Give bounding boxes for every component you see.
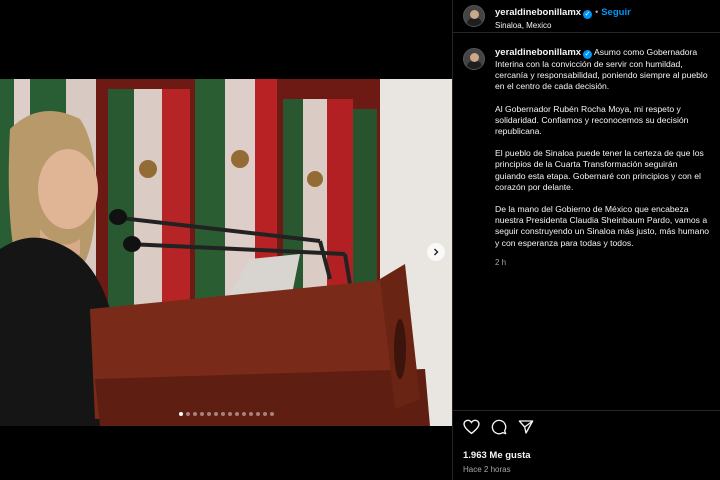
avatar[interactable] <box>463 5 485 27</box>
verified-badge-icon: ✓ <box>583 50 593 59</box>
caption-body: yeraldinebonillamx ✓ Asumo como Gobernado… <box>495 47 710 268</box>
carousel-dot <box>262 412 267 416</box>
action-icons <box>463 419 711 439</box>
caption-username[interactable]: yeraldinebonillamx <box>495 47 581 58</box>
carousel-dot <box>241 412 246 416</box>
carousel-indicator <box>0 412 452 416</box>
verified-badge-icon: ✓ <box>583 10 593 20</box>
next-slide-button[interactable] <box>427 243 445 261</box>
separator: • <box>595 7 599 18</box>
post-photo[interactable] <box>0 79 452 426</box>
post-date: Hace 2 horas <box>463 465 511 474</box>
carousel-dot <box>178 412 183 416</box>
username-link[interactable]: yeraldinebonillamx <box>495 7 581 18</box>
comment-icon[interactable] <box>491 419 507 440</box>
post-sidebar: yeraldinebonillamx ✓ • Seguir Sinaloa, Mexi… <box>452 0 720 480</box>
caption-timestamp[interactable]: 2 h <box>495 257 710 268</box>
media-pane <box>0 0 452 480</box>
likes-count[interactable]: 1.963 Me gusta <box>463 450 711 461</box>
carousel-dot <box>248 412 253 416</box>
follow-button[interactable]: Seguir <box>601 7 631 18</box>
location-link[interactable]: Sinaloa, Mexico <box>495 21 631 30</box>
carousel-dot <box>234 412 239 416</box>
carousel-dot <box>192 412 197 416</box>
caption-avatar[interactable] <box>463 48 485 70</box>
chevron-right-icon <box>432 243 440 261</box>
carousel-dot <box>213 412 218 416</box>
carousel-dot <box>220 412 225 416</box>
caption-paragraph: El pueblo de Sinaloa puede tener la cert… <box>495 148 704 192</box>
carousel-dot <box>185 412 190 416</box>
post-header: yeraldinebonillamx ✓ • Seguir Sinaloa, Mexi… <box>453 0 720 33</box>
carousel-dot <box>255 412 260 416</box>
heart-icon[interactable] <box>463 419 480 440</box>
photo-illustration <box>0 79 452 426</box>
carousel-dot <box>269 412 274 416</box>
caption-paragraph: yeraldinebonillamx ✓ Asumo como Gobernado… <box>495 47 710 93</box>
action-bar: 1.963 Me gusta Hace 2 horas <box>453 410 720 474</box>
caption: yeraldinebonillamx ✓ Asumo como Gobernado… <box>453 33 720 268</box>
header-text: yeraldinebonillamx ✓ • Seguir Sinaloa, Mexi… <box>495 2 631 30</box>
carousel-dot <box>199 412 204 416</box>
share-icon[interactable] <box>518 419 534 440</box>
carousel-dot <box>227 412 232 416</box>
caption-paragraph: Al Gobernador Rubén Rocha Moya, mi respe… <box>495 103 689 137</box>
carousel-dot <box>206 412 211 416</box>
caption-paragraph: De la mano del Gobierno de México que en… <box>495 204 710 248</box>
